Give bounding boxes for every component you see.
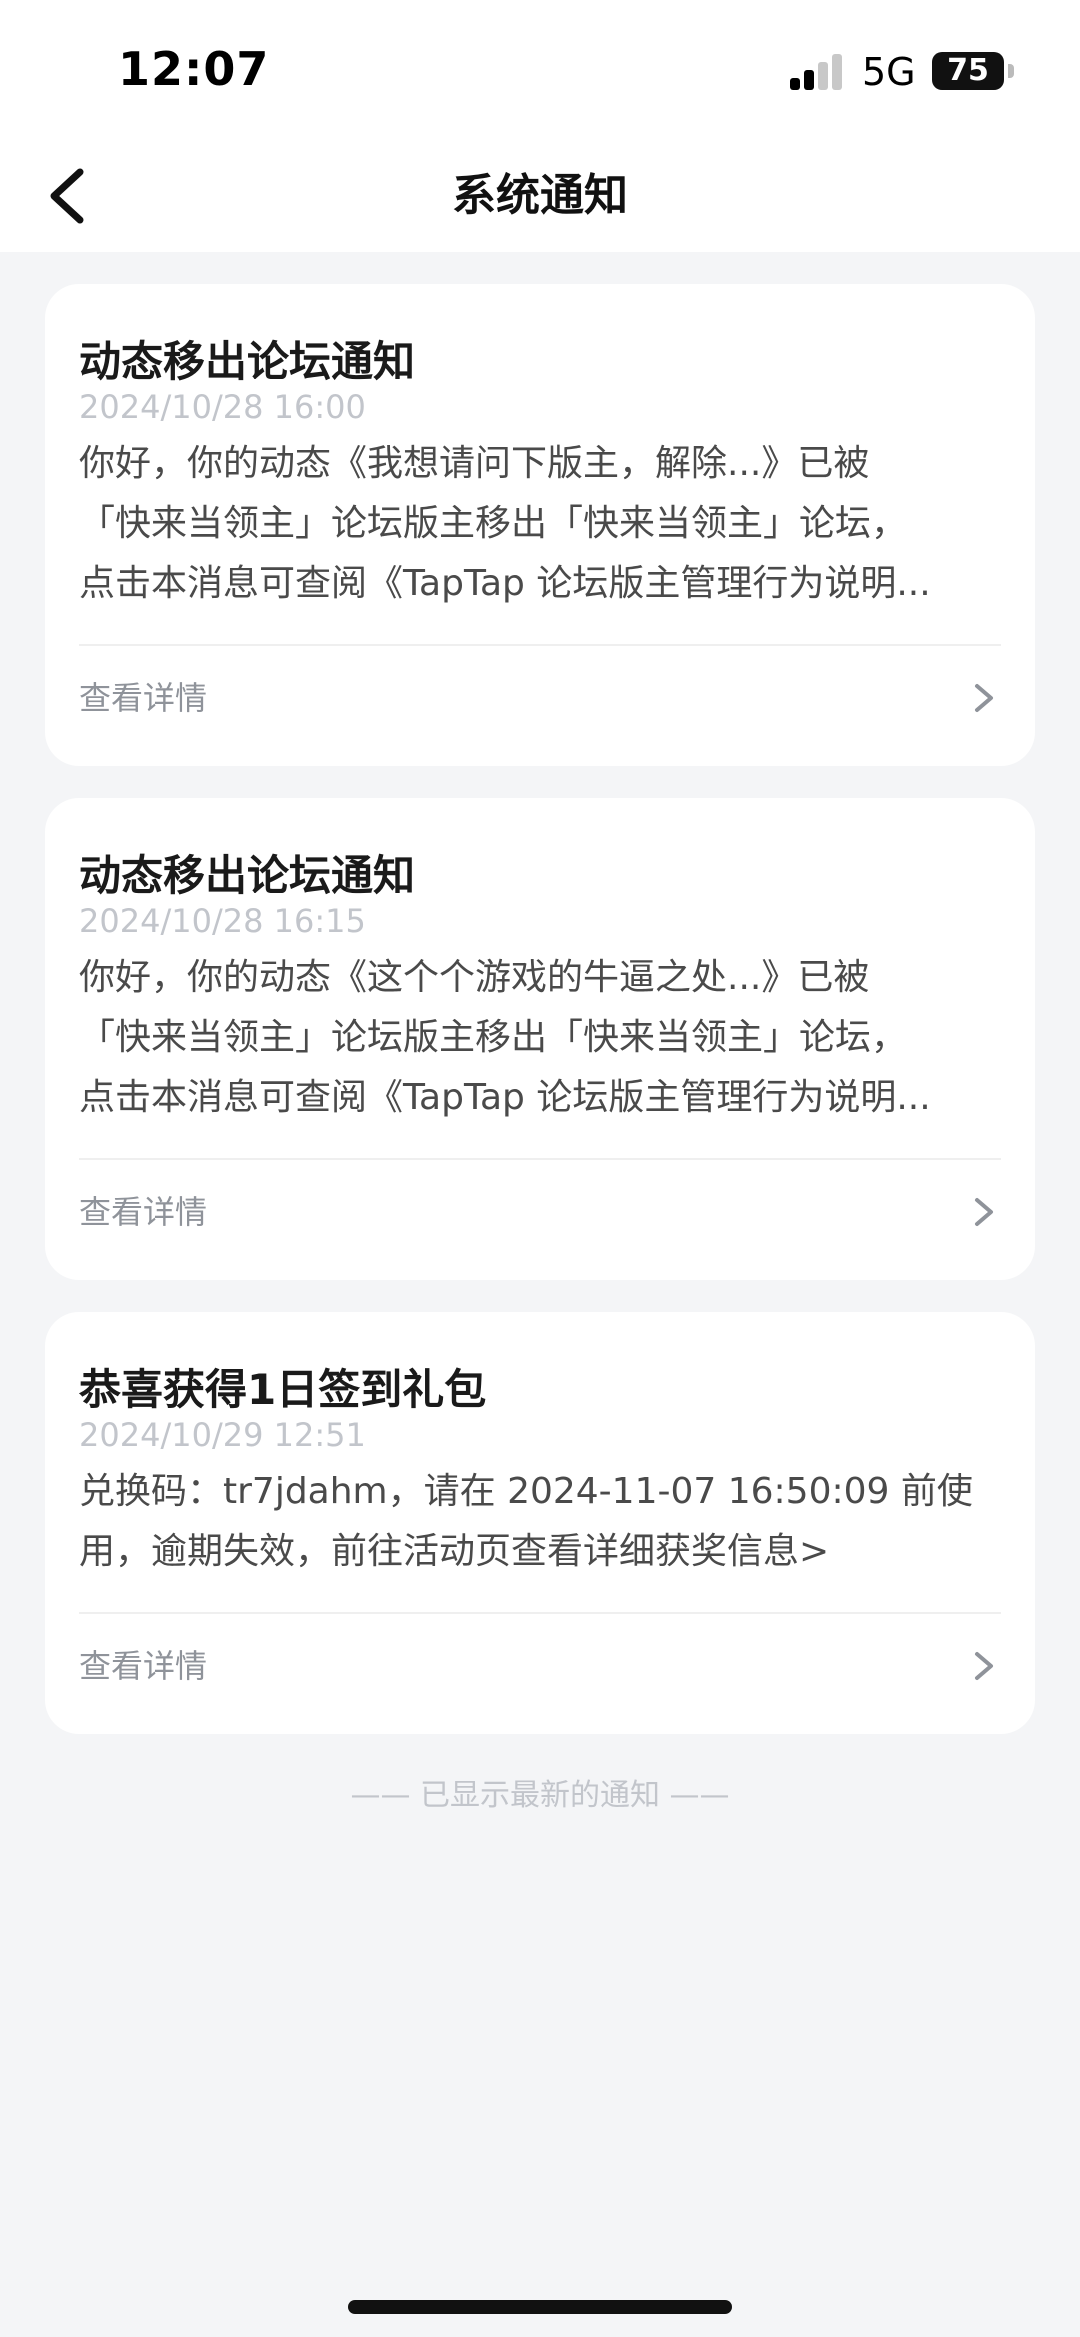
notification-title: 动态移出论坛通知 <box>79 851 416 900</box>
signal-strength-icon <box>790 52 844 90</box>
notification-card[interactable]: 动态移出论坛通知 2024/10/28 16:00 你好，你的动态《我想请问下版… <box>45 284 1035 766</box>
notification-title: 动态移出论坛通知 <box>79 337 416 386</box>
chevron-right-icon <box>975 1652 993 1680</box>
network-type: 5G <box>862 50 916 94</box>
notification-body-line: 你好，你的动态《我想请问下版主，解除...》已被 <box>79 443 870 484</box>
battery-icon: 75 <box>932 52 1014 90</box>
notification-body: 你好，你的动态《这个个游戏的牛逼之处...》已被 「快来当领主」论坛版主移出「快… <box>79 948 999 1128</box>
card-divider <box>79 644 1001 646</box>
card-divider <box>79 1158 1001 1160</box>
chevron-left-icon <box>50 168 84 224</box>
notification-time: 2024/10/28 16:15 <box>79 902 366 940</box>
notification-card[interactable]: 动态移出论坛通知 2024/10/28 16:15 你好，你的动态《这个个游戏的… <box>45 798 1035 1280</box>
view-details-button[interactable]: 查看详情 <box>79 1162 1001 1262</box>
notification-body-line: 点击本消息可查阅《TapTap 论坛版主管理行为说明... <box>79 1077 931 1118</box>
card-divider <box>79 1612 1001 1614</box>
chevron-right-icon <box>975 1198 993 1226</box>
notification-card[interactable]: 恭喜获得1日签到礼包 2024/10/29 12:51 兑换码：tr7jdahm… <box>45 1312 1035 1734</box>
view-details-button[interactable]: 查看详情 <box>79 648 1001 748</box>
notification-body-line: 你好，你的动态《这个个游戏的牛逼之处...》已被 <box>79 957 870 998</box>
view-details-label: 查看详情 <box>79 679 208 717</box>
notification-time: 2024/10/29 12:51 <box>79 1416 366 1454</box>
notification-time: 2024/10/28 16:00 <box>79 388 366 426</box>
battery-level: 75 <box>947 53 989 88</box>
view-details-button[interactable]: 查看详情 <box>79 1616 1001 1716</box>
chevron-right-icon <box>975 684 993 712</box>
nav-bar: 系统通知 <box>0 140 1080 252</box>
notification-body: 兑换码：tr7jdahm，请在 2024-11-07 16:50:09 前使 用… <box>79 1462 999 1582</box>
notification-body-line: 「快来当领主」论坛版主移出「快来当领主」论坛， <box>79 503 908 544</box>
view-details-label: 查看详情 <box>79 1193 208 1231</box>
page-title: 系统通知 <box>452 170 628 221</box>
notification-body-line: 兑换码：tr7jdahm，请在 2024-11-07 16:50:09 前使 <box>79 1471 973 1512</box>
status-time: 12:07 <box>118 42 270 96</box>
notification-body: 你好，你的动态《我想请问下版主，解除...》已被 「快来当领主」论坛版主移出「快… <box>79 434 999 614</box>
notification-body-line: 用，逾期失效，前往活动页查看详细获奖信息> <box>79 1531 830 1572</box>
view-details-label: 查看详情 <box>79 1647 208 1685</box>
notification-title: 恭喜获得1日签到礼包 <box>79 1365 487 1414</box>
notification-body-line: 点击本消息可查阅《TapTap 论坛版主管理行为说明... <box>79 563 931 604</box>
status-bar: 12:07 5G 75 <box>0 0 1080 140</box>
end-of-list-note: —— 已显示最新的通知 —— <box>350 1778 730 1813</box>
home-indicator[interactable] <box>348 2300 732 2314</box>
notification-body-line: 「快来当领主」论坛版主移出「快来当领主」论坛， <box>79 1017 908 1058</box>
back-button[interactable] <box>36 158 116 234</box>
